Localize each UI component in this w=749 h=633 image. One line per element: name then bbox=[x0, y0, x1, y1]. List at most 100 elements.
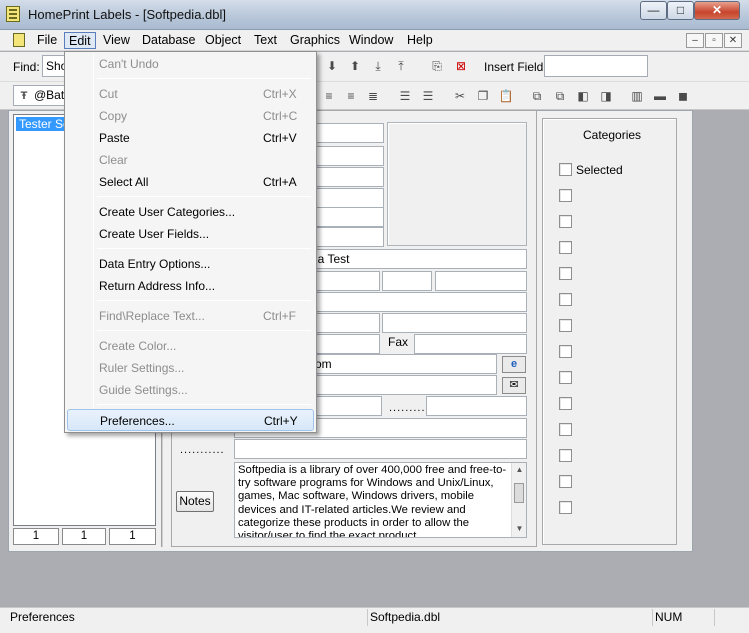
title-field[interactable] bbox=[316, 207, 384, 227]
line-spacing-icon[interactable]: ☰ bbox=[397, 88, 413, 104]
category-checkbox[interactable] bbox=[559, 189, 572, 202]
category-checkbox[interactable] bbox=[559, 423, 572, 436]
send-back-icon[interactable]: ◨ bbox=[598, 88, 614, 104]
insert-record-icon[interactable]: ⎘ bbox=[429, 58, 445, 74]
delete-record-icon[interactable]: ⊠ bbox=[453, 58, 469, 74]
category-checkbox[interactable] bbox=[559, 449, 572, 462]
photo-frame[interactable] bbox=[387, 122, 527, 246]
scroll-thumb[interactable] bbox=[514, 483, 524, 503]
menu-view[interactable]: View bbox=[98, 32, 135, 49]
menu-item-guide-settings[interactable]: Guide Settings... bbox=[67, 379, 314, 401]
notes-textarea[interactable]: Softpedia is a library of over 400,000 f… bbox=[234, 462, 527, 538]
barcode-icon[interactable]: ▥ bbox=[629, 88, 645, 104]
menu-item-label: Copy bbox=[99, 109, 128, 123]
menu-item-can-t-undo[interactable]: Can't Undo bbox=[67, 53, 314, 75]
category-checkbox[interactable] bbox=[559, 501, 572, 514]
company-field[interactable]: ia Test bbox=[311, 249, 527, 269]
copy-icon[interactable]: ❐ bbox=[475, 88, 491, 104]
fax-field[interactable] bbox=[414, 334, 527, 354]
category-checkbox[interactable] bbox=[559, 371, 572, 384]
category-checkbox[interactable] bbox=[559, 267, 572, 280]
title-bar[interactable]: HomePrint Labels - [Softpedia.dbl] — □ ✕ bbox=[0, 0, 749, 30]
birthday-field[interactable] bbox=[316, 396, 382, 416]
arrow-down-end-icon[interactable]: ⤓ bbox=[370, 58, 386, 74]
menu-window[interactable]: Window bbox=[344, 32, 398, 49]
custom-field-3[interactable] bbox=[234, 439, 527, 459]
menu-item-create-color[interactable]: Create Color... bbox=[67, 335, 314, 357]
mdi-close-button[interactable]: ✕ bbox=[724, 33, 742, 48]
mdi-minimize-button[interactable]: – bbox=[686, 33, 704, 48]
menu-item-select-all[interactable]: Select All Ctrl+A bbox=[67, 171, 314, 193]
arrow-up-end-icon[interactable]: ⤒ bbox=[393, 58, 409, 74]
last-name-field[interactable] bbox=[316, 167, 384, 187]
minimize-button[interactable]: — bbox=[640, 1, 667, 20]
scroll-down-icon[interactable]: ▼ bbox=[515, 524, 524, 533]
group-icon[interactable]: ⧉ bbox=[529, 88, 545, 104]
menu-item-find-replace-text[interactable]: Find\Replace Text... Ctrl+F bbox=[67, 305, 314, 327]
city-field[interactable] bbox=[316, 271, 380, 291]
menu-item-create-user-categories[interactable]: Create User Categories... bbox=[67, 201, 314, 223]
menu-help[interactable]: Help bbox=[402, 32, 438, 49]
align-center-icon[interactable]: ≡ bbox=[321, 88, 337, 104]
ungroup-icon[interactable]: ⧉ bbox=[552, 88, 568, 104]
align-right-icon[interactable]: ≡ bbox=[343, 88, 359, 104]
phone-field[interactable] bbox=[316, 313, 380, 333]
browser-icon[interactable]: e bbox=[502, 356, 526, 373]
category-checkbox[interactable] bbox=[559, 163, 572, 176]
shadow-box-icon[interactable]: ◼ bbox=[675, 88, 691, 104]
menu-database[interactable]: Database bbox=[137, 32, 201, 49]
category-checkbox[interactable] bbox=[559, 319, 572, 332]
web-field[interactable]: om bbox=[311, 354, 497, 374]
menu-item-label: Preferences... bbox=[100, 414, 175, 428]
category-checkbox[interactable] bbox=[559, 397, 572, 410]
bring-front-icon[interactable]: ◧ bbox=[575, 88, 591, 104]
menu-object[interactable]: Object bbox=[200, 32, 246, 49]
category-checkbox[interactable] bbox=[559, 345, 572, 358]
arrow-up-icon[interactable]: ⬆ bbox=[347, 58, 363, 74]
maximize-button[interactable]: □ bbox=[667, 1, 694, 20]
category-checkbox[interactable] bbox=[559, 293, 572, 306]
mdi-restore-button[interactable]: ▫ bbox=[705, 33, 723, 48]
menu-item-return-address-info[interactable]: Return Address Info... bbox=[67, 275, 314, 297]
menu-text[interactable]: Text bbox=[249, 32, 282, 49]
work-phone-field[interactable] bbox=[316, 334, 380, 354]
paste-icon[interactable]: 📋 bbox=[498, 88, 514, 104]
menu-item-ruler-settings[interactable]: Ruler Settings... bbox=[67, 357, 314, 379]
category-checkbox[interactable] bbox=[559, 475, 572, 488]
menu-separator bbox=[97, 330, 311, 331]
zip-field[interactable] bbox=[435, 271, 527, 291]
insert-field-select[interactable] bbox=[544, 55, 648, 77]
align-justify-icon[interactable]: ≣ bbox=[365, 88, 381, 104]
email-field[interactable] bbox=[316, 375, 497, 395]
menu-item-cut[interactable]: Cut Ctrl+X bbox=[67, 83, 314, 105]
close-button[interactable]: ✕ bbox=[694, 1, 740, 20]
arrow-down-icon[interactable]: ⬇ bbox=[324, 58, 340, 74]
scissors-icon[interactable]: ✂ bbox=[452, 88, 468, 104]
menu-item-data-entry-options[interactable]: Data Entry Options... bbox=[67, 253, 314, 275]
salutation-field[interactable] bbox=[316, 227, 384, 247]
middle-name-field[interactable] bbox=[316, 146, 384, 166]
country-field[interactable] bbox=[316, 292, 527, 312]
menu-edit[interactable]: Edit bbox=[64, 32, 96, 49]
document-icon[interactable] bbox=[13, 33, 25, 47]
menu-item-create-user-fields[interactable]: Create User Fields... bbox=[67, 223, 314, 245]
category-checkbox[interactable] bbox=[559, 241, 572, 254]
menu-graphics[interactable]: Graphics bbox=[285, 32, 345, 49]
rounded-rect-icon[interactable]: ▬ bbox=[652, 88, 668, 104]
notes-button[interactable]: Notes bbox=[176, 491, 214, 512]
scroll-up-icon[interactable]: ▲ bbox=[515, 465, 524, 474]
line-spacing-double-icon[interactable]: ☰ bbox=[420, 88, 436, 104]
menu-file[interactable]: File bbox=[32, 32, 62, 49]
state-field[interactable] bbox=[382, 271, 432, 291]
suffix-field[interactable] bbox=[316, 188, 384, 208]
menu-item-clear[interactable]: Clear bbox=[67, 149, 314, 171]
menu-item-paste[interactable]: Paste Ctrl+V bbox=[67, 127, 314, 149]
email-icon[interactable]: ✉ bbox=[502, 377, 526, 394]
first-name-field[interactable] bbox=[316, 123, 384, 143]
category-checkbox[interactable] bbox=[559, 215, 572, 228]
custom-field-1[interactable] bbox=[426, 396, 527, 416]
mobile-field[interactable] bbox=[382, 313, 527, 333]
menu-item-preferences[interactable]: Preferences... Ctrl+Y bbox=[67, 409, 314, 431]
notes-scrollbar[interactable]: ▲ ▼ bbox=[511, 463, 526, 537]
menu-item-copy[interactable]: Copy Ctrl+C bbox=[67, 105, 314, 127]
